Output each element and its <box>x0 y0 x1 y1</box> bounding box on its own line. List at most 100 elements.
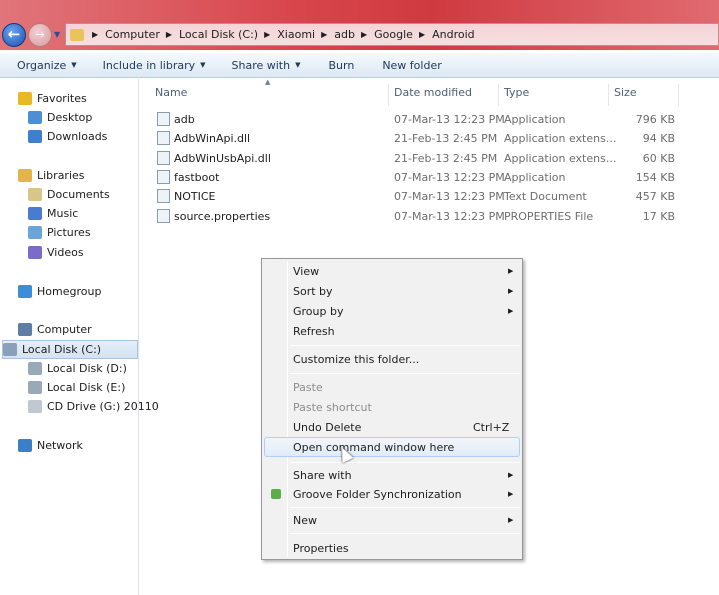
file-icon <box>157 150 170 165</box>
sort-ascending-icon: ▲ <box>265 78 271 86</box>
sidebar-item-network[interactable]: Network <box>18 436 83 455</box>
menu-item-refresh[interactable]: Refresh <box>264 321 520 341</box>
file-row[interactable]: fastboot 07-Mar-13 12:23 PM Application … <box>150 168 680 187</box>
sidebar-label: Homegroup <box>37 285 102 298</box>
menu-label: New <box>293 513 317 527</box>
sidebar-item-videos[interactable]: Videos <box>28 243 84 262</box>
breadcrumb-android[interactable]: ▶ Android <box>419 28 475 41</box>
address-bar[interactable]: ▶ Computer ▶ Local Disk (C:) ▶ Xiaomi ▶ adb … <box>65 23 719 46</box>
file-date: 07-Mar-13 12:23 PM <box>394 209 505 223</box>
documents-icon <box>28 188 42 201</box>
shortcut-label: Ctrl+Z <box>473 420 510 434</box>
menu-item-open-command-window[interactable]: Open command window here <box>264 437 520 457</box>
file-date: 07-Mar-13 12:23 PM <box>394 190 505 204</box>
breadcrumb-local-disk[interactable]: ▶ Local Disk (C:) <box>166 28 258 41</box>
submenu-arrow-icon: ▶ <box>508 516 514 524</box>
new-folder-button[interactable]: New folder <box>382 59 441 72</box>
burn-button[interactable]: Burn <box>328 59 354 72</box>
column-type[interactable]: Type <box>504 86 529 99</box>
back-button[interactable]: ← <box>2 23 26 47</box>
file-date: 07-Mar-13 12:23 PM <box>394 170 505 184</box>
sidebar-item-music[interactable]: Music <box>28 204 78 223</box>
sidebar-item-local-disk-d[interactable]: Local Disk (D:) <box>28 359 127 378</box>
crumb-label: Google <box>374 28 413 41</box>
breadcrumb-computer[interactable]: ▶ Computer <box>92 28 160 41</box>
crumb-label: Local Disk (C:) <box>179 28 259 41</box>
sidebar-item-local-disk-c[interactable]: Local Disk (C:) <box>2 340 138 359</box>
sidebar-label: Local Disk (E:) <box>47 381 126 394</box>
file-date: 21-Feb-13 2:45 PM <box>394 151 498 165</box>
file-icon <box>157 112 170 126</box>
file-row[interactable]: AdbWinUsbApi.dll 21-Feb-13 2:45 PM Appli… <box>150 149 680 168</box>
breadcrumb-google[interactable]: ▶ Google <box>361 28 413 41</box>
file-row[interactable]: source.properties 07-Mar-13 12:23 PM PRO… <box>150 207 680 226</box>
sidebar-item-local-disk-e[interactable]: Local Disk (E:) <box>28 378 125 397</box>
sidebar-label: Local Disk (C:) <box>22 343 102 356</box>
file-type: Application extens... <box>504 151 617 165</box>
breadcrumb-xiaomi[interactable]: ▶ Xiaomi <box>264 28 315 41</box>
share-with-button[interactable]: Share with ▼ <box>232 59 301 72</box>
submenu-arrow-icon: ▶ <box>508 267 514 275</box>
sidebar-item-downloads[interactable]: Downloads <box>28 127 107 146</box>
menu-item-undo-delete[interactable]: Undo Delete Ctrl+Z <box>264 417 520 437</box>
sidebar-item-documents[interactable]: Documents <box>28 185 110 204</box>
sidebar-item-homegroup[interactable]: Homegroup <box>18 282 101 301</box>
chevron-down-icon: ▼ <box>295 61 301 69</box>
file-row[interactable]: adb 07-Mar-13 12:23 PM Application 796 K… <box>150 110 680 129</box>
crumb-label: Android <box>432 28 475 41</box>
cd-icon <box>28 400 42 413</box>
sidebar-label: Music <box>47 207 79 220</box>
column-divider[interactable] <box>498 84 499 106</box>
recent-pages-dropdown[interactable]: ▼ <box>54 30 60 39</box>
breadcrumb-adb[interactable]: ▶ adb <box>321 28 355 41</box>
menu-item-properties[interactable]: Properties <box>264 538 520 558</box>
menu-item-view[interactable]: View ▶ <box>264 261 520 281</box>
file-size: 94 KB <box>642 132 675 146</box>
file-type: Application extens... <box>504 132 617 146</box>
menu-label: Customize this folder... <box>293 352 420 366</box>
menu-item-group-by[interactable]: Group by ▶ <box>264 301 520 321</box>
column-divider[interactable] <box>388 84 389 106</box>
sidebar-label: Network <box>37 439 83 452</box>
crumb-label: Xiaomi <box>277 28 316 41</box>
network-icon <box>18 439 32 452</box>
file-row[interactable]: NOTICE 07-Mar-13 12:23 PM Text Document … <box>150 187 680 206</box>
include-in-library-button[interactable]: Include in library ▼ <box>103 59 206 72</box>
disk-icon <box>28 381 42 394</box>
column-size[interactable]: Size <box>614 86 637 99</box>
menu-item-customize-folder[interactable]: Customize this folder... <box>264 349 520 369</box>
sidebar-item-favorites[interactable]: Favorites <box>18 89 87 108</box>
column-divider[interactable] <box>608 84 609 106</box>
sidebar-item-computer[interactable]: Computer <box>18 320 92 339</box>
file-icon <box>157 189 170 204</box>
column-divider[interactable] <box>678 84 679 106</box>
menu-item-share-with[interactable]: Share with ▶ <box>264 465 520 485</box>
include-label: Include in library <box>102 58 196 72</box>
sidebar-item-cd-drive-g-20110[interactable]: CD Drive (G:) 20110 <box>28 397 159 416</box>
menu-label: Open command window here <box>293 440 455 454</box>
sidebar-item-pictures[interactable]: Pictures <box>28 223 91 242</box>
groove-icon <box>271 489 281 499</box>
file-row[interactable]: AdbWinApi.dll 21-Feb-13 2:45 PM Applicat… <box>150 129 680 148</box>
file-type: PROPERTIES File <box>504 209 594 223</box>
sidebar-item-desktop[interactable]: Desktop <box>28 108 92 127</box>
downloads-icon <box>28 130 42 143</box>
organize-button[interactable]: Organize ▼ <box>17 59 77 72</box>
file-type: Application <box>504 170 566 184</box>
menu-label: Paste <box>293 380 323 394</box>
column-date-modified[interactable]: Date modified <box>394 86 472 99</box>
submenu-arrow-icon: ▶ <box>508 471 514 479</box>
file-icon <box>157 131 170 146</box>
menu-item-sort-by[interactable]: Sort by ▶ <box>264 281 520 301</box>
sidebar-item-libraries[interactable]: Libraries <box>18 166 85 185</box>
menu-label: Share with <box>293 468 352 482</box>
forward-button[interactable]: → <box>28 23 52 47</box>
file-name: adb <box>174 113 195 126</box>
column-name[interactable]: Name <box>155 86 187 99</box>
file-type: Application <box>504 113 566 126</box>
menu-item-groove-sync[interactable]: Groove Folder Synchronization ▶ <box>264 484 520 504</box>
menu-item-new[interactable]: New ▶ <box>264 510 520 530</box>
libraries-icon <box>18 169 32 182</box>
menu-label: View <box>293 264 320 278</box>
share-label: Share with <box>231 58 291 72</box>
